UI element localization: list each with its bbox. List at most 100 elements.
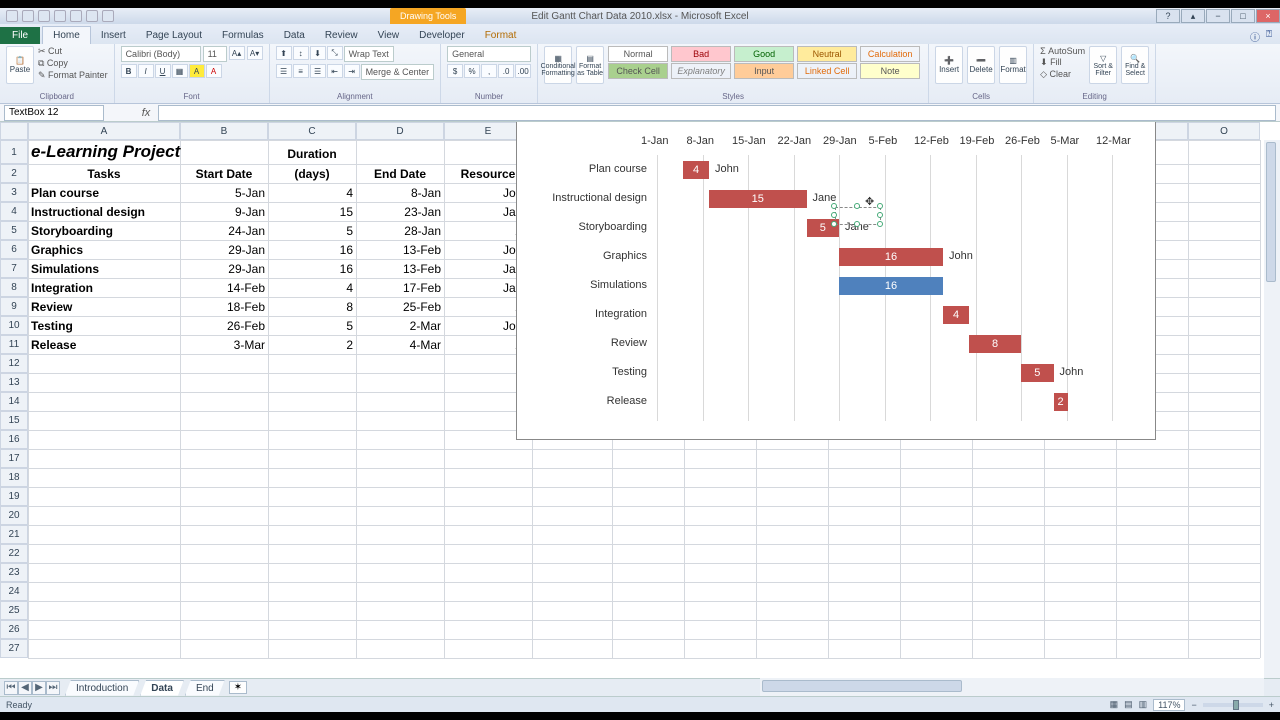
- gantt-bar[interactable]: 2: [1054, 393, 1068, 411]
- row-header[interactable]: 4: [0, 202, 28, 221]
- font-name-select[interactable]: Calibri (Body): [121, 46, 201, 62]
- fill-button[interactable]: ⬇ Fill: [1040, 57, 1085, 68]
- style-linked[interactable]: Linked Cell: [797, 63, 857, 79]
- row-header[interactable]: 3: [0, 183, 28, 202]
- cell-end[interactable]: 17-Feb: [356, 278, 444, 297]
- bold-button[interactable]: B: [121, 64, 137, 78]
- align-top-icon[interactable]: ⬆: [276, 46, 292, 60]
- qat-save-icon[interactable]: [6, 10, 18, 22]
- zoom-in-icon[interactable]: +: [1269, 700, 1274, 710]
- row-header[interactable]: 24: [0, 582, 28, 601]
- row-header[interactable]: 18: [0, 468, 28, 487]
- tab-format[interactable]: Format: [475, 27, 527, 44]
- cell-start[interactable]: 26-Feb: [180, 316, 268, 335]
- style-check[interactable]: Check Cell: [608, 63, 668, 79]
- header-duration-2[interactable]: (days): [268, 164, 356, 183]
- gantt-bar[interactable]: 5: [1021, 364, 1054, 382]
- align-middle-icon[interactable]: ↕: [293, 46, 309, 60]
- row-header[interactable]: 5: [0, 221, 28, 240]
- cell-duration[interactable]: 5: [268, 316, 356, 335]
- qat-redo-icon[interactable]: [38, 10, 50, 22]
- view-break-icon[interactable]: ▥: [1139, 699, 1148, 710]
- help-icon[interactable]: ⓘ: [1250, 29, 1260, 44]
- row-header[interactable]: 19: [0, 487, 28, 506]
- formula-input[interactable]: [158, 105, 1276, 121]
- ribbon-min-icon[interactable]: ▴: [1181, 9, 1205, 23]
- column-header[interactable]: O: [1188, 122, 1260, 140]
- tab-data[interactable]: Data: [274, 27, 315, 44]
- cell-end[interactable]: 8-Jan: [356, 183, 444, 202]
- indent-inc-icon[interactable]: ⇥: [344, 64, 360, 78]
- view-normal-icon[interactable]: ▦: [1110, 699, 1119, 710]
- gantt-bar[interactable]: 16: [839, 248, 943, 266]
- cell-duration[interactable]: 4: [268, 278, 356, 297]
- row-header[interactable]: 14: [0, 392, 28, 411]
- selection-handle[interactable]: [877, 203, 883, 209]
- percent-icon[interactable]: %: [464, 64, 480, 78]
- qat-btn[interactable]: [86, 10, 98, 22]
- clear-button[interactable]: ◇ Clear: [1040, 69, 1085, 80]
- zoom-out-icon[interactable]: −: [1191, 700, 1196, 710]
- cell-task[interactable]: Simulations: [28, 259, 180, 278]
- cell-start[interactable]: 3-Mar: [180, 335, 268, 354]
- currency-icon[interactable]: $: [447, 64, 463, 78]
- border-icon[interactable]: ▦: [172, 64, 188, 78]
- cell-start[interactable]: 24-Jan: [180, 221, 268, 240]
- column-header[interactable]: B: [180, 122, 268, 140]
- cell-end[interactable]: 13-Feb: [356, 259, 444, 278]
- copy-button[interactable]: ⧉ Copy: [38, 58, 108, 69]
- gantt-bar[interactable]: 15: [709, 190, 807, 208]
- cell-task[interactable]: Graphics: [28, 240, 180, 259]
- column-header[interactable]: D: [356, 122, 444, 140]
- cell-duration[interactable]: 16: [268, 240, 356, 259]
- fx-icon[interactable]: fx: [138, 107, 154, 119]
- sheet-nav-last-icon[interactable]: ⏭: [46, 681, 60, 695]
- style-bad[interactable]: Bad: [671, 46, 731, 62]
- gantt-bar[interactable]: 4: [943, 306, 969, 324]
- horizontal-scrollbar[interactable]: [760, 678, 1264, 696]
- row-header[interactable]: 22: [0, 544, 28, 563]
- view-layout-icon[interactable]: ▤: [1124, 699, 1133, 710]
- format-as-table-button[interactable]: ▤Format as Table: [576, 46, 604, 84]
- file-tab[interactable]: File: [0, 27, 40, 44]
- sheet-tab-introduction[interactable]: Introduction: [65, 680, 139, 696]
- cell-task[interactable]: Review: [28, 297, 180, 316]
- sheet-nav-prev-icon[interactable]: ◀: [18, 681, 32, 695]
- row-header[interactable]: 7: [0, 259, 28, 278]
- style-input[interactable]: Input: [734, 63, 794, 79]
- sheet-tab-data[interactable]: Data: [140, 680, 184, 696]
- maximize-button[interactable]: □: [1231, 9, 1255, 23]
- cut-button[interactable]: ✂ Cut: [38, 46, 108, 57]
- selection-handle[interactable]: [877, 221, 883, 227]
- dec-decimal-icon[interactable]: .00: [515, 64, 531, 78]
- tab-home[interactable]: Home: [42, 26, 91, 44]
- sort-filter-button[interactable]: ▽Sort & Filter: [1089, 46, 1117, 84]
- cell-duration[interactable]: 16: [268, 259, 356, 278]
- row-header[interactable]: 8: [0, 278, 28, 297]
- underline-button[interactable]: U: [155, 64, 171, 78]
- row-header[interactable]: 26: [0, 620, 28, 639]
- tab-review[interactable]: Review: [315, 27, 368, 44]
- close-button[interactable]: ×: [1256, 9, 1280, 23]
- cell-duration[interactable]: 15: [268, 202, 356, 221]
- selection-handle[interactable]: [831, 212, 837, 218]
- font-size-select[interactable]: 11: [203, 46, 227, 62]
- delete-cells-button[interactable]: ➖Delete: [967, 46, 995, 84]
- style-explan[interactable]: Explanatory: [671, 63, 731, 79]
- gantt-bar[interactable]: 8: [969, 335, 1021, 353]
- cell-end[interactable]: 23-Jan: [356, 202, 444, 221]
- selection-handle[interactable]: [854, 221, 860, 227]
- fill-color-icon[interactable]: A: [189, 64, 205, 78]
- cell-task[interactable]: Instructional design: [28, 202, 180, 221]
- align-left-icon[interactable]: ☰: [276, 64, 292, 78]
- row-header[interactable]: 15: [0, 411, 28, 430]
- row-header[interactable]: 25: [0, 601, 28, 620]
- align-bottom-icon[interactable]: ⬇: [310, 46, 326, 60]
- style-neutral[interactable]: Neutral: [797, 46, 857, 62]
- find-select-button[interactable]: 🔍Find & Select: [1121, 46, 1149, 84]
- cell-start[interactable]: 29-Jan: [180, 240, 268, 259]
- new-sheet-icon[interactable]: ✶: [229, 681, 247, 694]
- vertical-scrollbar[interactable]: [1264, 140, 1280, 678]
- style-note[interactable]: Note: [860, 63, 920, 79]
- row-header[interactable]: 13: [0, 373, 28, 392]
